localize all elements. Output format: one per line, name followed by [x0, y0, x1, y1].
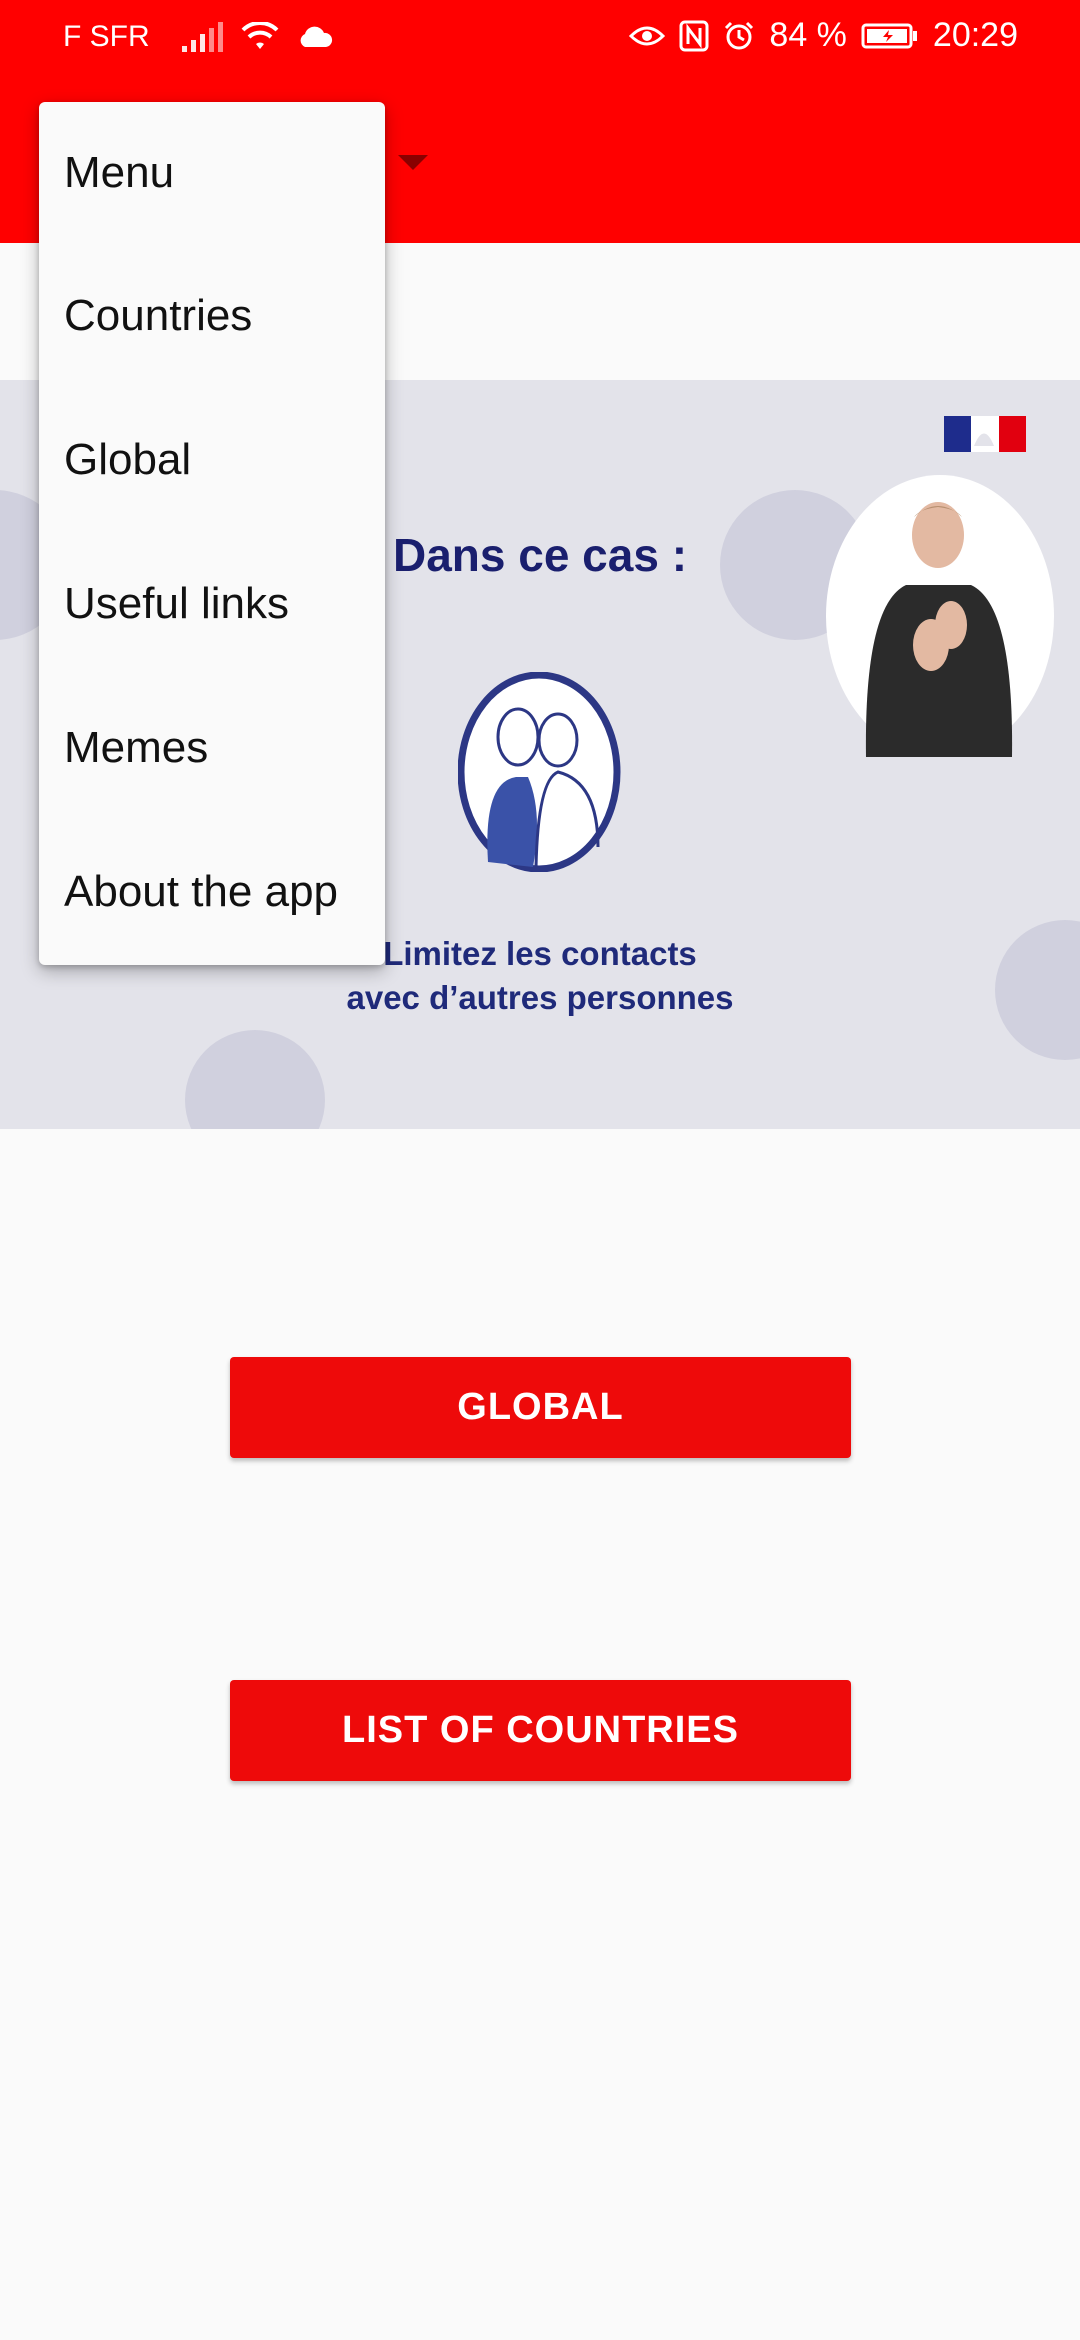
- sign-language-interpreter-image: [826, 475, 1054, 757]
- battery-icon: [861, 23, 917, 48]
- menu-item-global[interactable]: Global: [39, 388, 385, 532]
- dropdown-caret-icon[interactable]: [398, 155, 428, 170]
- carrier-label: F SFR: [63, 20, 150, 53]
- alarm-icon: [725, 21, 754, 49]
- people-contact-icon: [458, 672, 621, 872]
- cloud-icon: [300, 26, 332, 47]
- virus-decoration-icon: [185, 1030, 325, 1129]
- menu-item-menu[interactable]: Menu: [39, 102, 385, 244]
- status-left: F SFR: [63, 20, 333, 54]
- battery-percent: 84 %: [769, 16, 847, 54]
- status-bar: F SFR 84 % 20:29: [0, 0, 1080, 75]
- global-button[interactable]: GLOBAL: [230, 1357, 851, 1458]
- eye-icon: [629, 26, 666, 45]
- status-right: 84 % 20:29: [629, 16, 1018, 55]
- wifi-icon: [241, 22, 279, 49]
- menu-item-about[interactable]: About the app: [39, 820, 385, 964]
- menu-item-memes[interactable]: Memes: [39, 676, 385, 820]
- banner-caption-line2: avec d’autres personnes: [346, 979, 734, 1016]
- overflow-menu: Menu Countries Global Useful links Memes…: [39, 102, 385, 965]
- nfc-icon: [679, 20, 709, 51]
- menu-item-useful-links[interactable]: Useful links: [39, 532, 385, 676]
- signal-icon: [181, 22, 223, 52]
- list-of-countries-button[interactable]: LIST OF COUNTRIES: [230, 1680, 851, 1781]
- clock: 20:29: [932, 16, 1018, 54]
- republique-francaise-logo: [944, 416, 1026, 452]
- menu-item-countries[interactable]: Countries: [39, 244, 385, 388]
